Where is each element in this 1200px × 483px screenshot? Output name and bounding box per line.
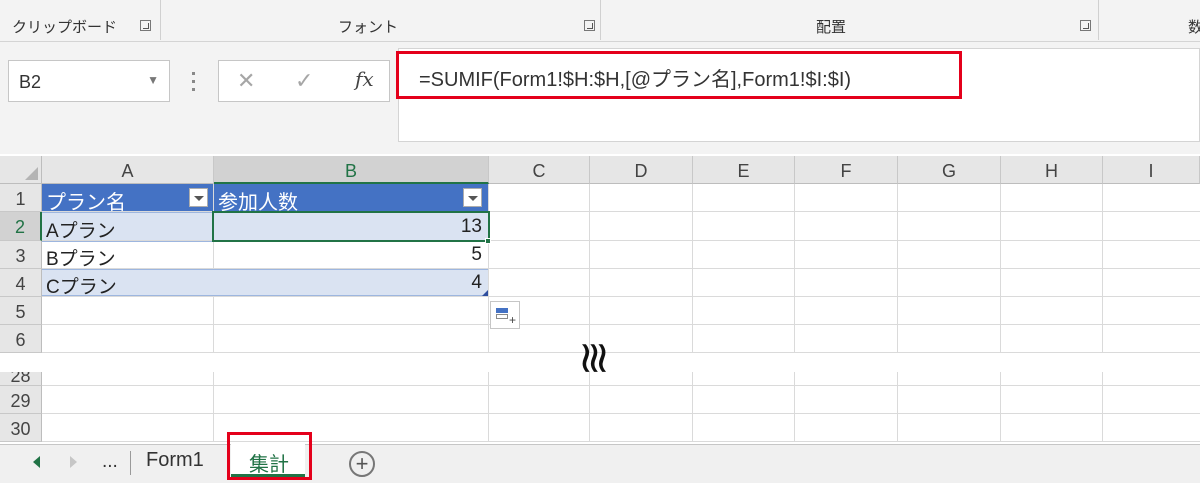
- gridline: [692, 372, 693, 442]
- ribbon-divider: [1098, 0, 1099, 40]
- quick-analysis-icon[interactable]: +: [490, 301, 520, 329]
- ribbon-divider: [160, 0, 161, 40]
- gridline: [42, 296, 1200, 297]
- column-header-d[interactable]: D: [590, 156, 693, 184]
- enter-icon[interactable]: ✓: [295, 68, 313, 94]
- row-header-28[interactable]: 28: [0, 372, 42, 386]
- cancel-icon[interactable]: ✕: [237, 68, 255, 94]
- gridline: [1102, 372, 1103, 442]
- break-symbol: ≋: [569, 339, 619, 377]
- ribbon-divider: [600, 0, 601, 40]
- cell-a2[interactable]: Aプラン: [46, 216, 116, 243]
- ribbon: クリップボード フォント 配置 数: [0, 0, 1200, 42]
- column-header-b[interactable]: B: [214, 156, 489, 184]
- filter-dropdown-icon[interactable]: [463, 188, 482, 207]
- active-cell-selection: [212, 211, 490, 242]
- gridline: [213, 372, 214, 442]
- cell-b4[interactable]: 4: [214, 272, 482, 294]
- cell-a3[interactable]: Bプラン: [46, 244, 116, 271]
- clipboard-launcher-icon[interactable]: [140, 20, 151, 31]
- row-header-1[interactable]: 1: [0, 184, 42, 212]
- gridline: [42, 352, 1200, 353]
- more-sheets-button[interactable]: ...: [102, 451, 118, 473]
- tab-highlight-box: [227, 432, 312, 480]
- column-header-g[interactable]: G: [898, 156, 1001, 184]
- formula-buttons: ✕ ✓ fx: [218, 60, 390, 102]
- row-header-5[interactable]: 5: [0, 297, 42, 325]
- gridline: [42, 413, 1200, 414]
- table-header-count: 参加人数: [214, 184, 488, 214]
- ribbon-group-clipboard: クリップボード: [12, 19, 118, 36]
- tab-divider: [130, 451, 131, 475]
- row-header-29[interactable]: 29: [0, 386, 42, 414]
- insert-function-icon[interactable]: fx: [355, 67, 374, 91]
- row-header-4[interactable]: 4: [0, 269, 42, 297]
- ribbon-group-number: 数: [1188, 19, 1200, 36]
- column-header-c[interactable]: C: [489, 156, 590, 184]
- name-box[interactable]: B2 ▼: [8, 60, 170, 102]
- gridline: [42, 441, 1200, 442]
- add-sheet-icon[interactable]: +: [349, 451, 375, 477]
- gridline: [1000, 372, 1001, 442]
- formula-highlight-box: [396, 51, 962, 99]
- worksheet-grid[interactable]: A B C D E F G H I 1 2 3 4 5 6 プラン名 参加人数 …: [0, 156, 1200, 444]
- ribbon-group-font: フォント: [338, 19, 399, 36]
- column-header-h[interactable]: H: [1001, 156, 1103, 184]
- select-all-triangle-icon: [25, 167, 38, 180]
- column-header-a[interactable]: A: [42, 156, 214, 184]
- table-header-plan-label: プラン名: [46, 192, 126, 214]
- column-header-f[interactable]: F: [795, 156, 898, 184]
- name-box-value: B2: [19, 72, 42, 92]
- ribbon-group-alignment: 配置: [816, 19, 847, 36]
- drag-handle-icon[interactable]: [192, 72, 196, 92]
- fill-handle[interactable]: [485, 238, 491, 244]
- column-header-i[interactable]: I: [1103, 156, 1200, 184]
- gridline: [488, 372, 489, 442]
- row-header-6[interactable]: 6: [0, 325, 42, 353]
- cell-a4[interactable]: Cプラン: [46, 272, 117, 299]
- sheet-tab-bar: ... Form1 集計 +: [0, 432, 1200, 483]
- cell-b3[interactable]: 5: [214, 244, 482, 266]
- gridline: [897, 372, 898, 442]
- gridline: [589, 372, 590, 442]
- table-resize-handle-icon[interactable]: [482, 290, 488, 296]
- gridline: [42, 324, 1200, 325]
- gridline: [794, 372, 795, 442]
- row-header-30[interactable]: 30: [0, 414, 42, 442]
- row-header-3[interactable]: 3: [0, 241, 42, 269]
- tab-form1[interactable]: Form1: [146, 449, 204, 472]
- column-header-e[interactable]: E: [693, 156, 795, 184]
- alignment-launcher-icon[interactable]: [1080, 20, 1091, 31]
- scroll-left-icon[interactable]: [33, 456, 40, 468]
- font-launcher-icon[interactable]: [584, 20, 595, 31]
- select-all-button[interactable]: [0, 156, 42, 184]
- scroll-right-icon[interactable]: [70, 456, 77, 468]
- filter-dropdown-icon[interactable]: [189, 188, 208, 207]
- table-header-plan: プラン名: [42, 184, 213, 214]
- chevron-down-icon[interactable]: ▼: [147, 73, 159, 87]
- gridline: [42, 385, 1200, 386]
- row-header-2[interactable]: 2: [0, 212, 42, 241]
